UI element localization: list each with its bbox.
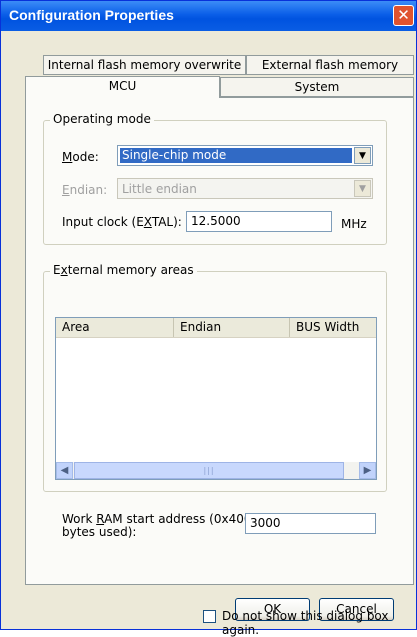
mode-label: Mode:: [62, 150, 99, 164]
endian-label: Endian:: [62, 183, 108, 197]
tab-external-flash-memory[interactable]: External flash memory: [246, 55, 414, 75]
work-ram-label: Work RAM start address (0x400 bytes used)…: [62, 512, 252, 539]
close-button[interactable]: ✕: [393, 5, 414, 26]
chevron-down-icon: ▼: [354, 180, 371, 197]
chevron-left-icon: ◀: [60, 465, 69, 476]
close-icon: ✕: [397, 6, 410, 24]
column-header-bus-width[interactable]: BUS Width: [290, 318, 376, 337]
work-ram-label-line2: bytes used):: [62, 525, 137, 539]
input-clock-label: Input clock (EXTAL):: [62, 215, 182, 229]
list-header: Area Endian BUS Width: [56, 318, 376, 338]
mode-selected-value: Single-chip mode: [120, 148, 352, 163]
title-bar[interactable]: Configuration Properties ✕: [1, 1, 416, 31]
scrollbar-thumb[interactable]: |||: [74, 462, 344, 479]
tab-mcu[interactable]: MCU: [25, 76, 220, 98]
chevron-right-icon: ▶: [363, 465, 372, 476]
horizontal-scrollbar[interactable]: ◀ ||| ▶: [56, 462, 376, 479]
tab-internal-flash-memory-overwrite[interactable]: Internal flash memory overwrite: [43, 55, 246, 75]
dont-show-label[interactable]: Do not show this dialog box again.: [222, 609, 416, 637]
chevron-down-icon[interactable]: ▼: [354, 147, 371, 164]
input-clock-unit: MHz: [341, 217, 367, 231]
scroll-left-button[interactable]: ◀: [56, 462, 73, 479]
column-header-endian[interactable]: Endian: [174, 318, 290, 337]
endian-select: Little endian ▼: [117, 178, 373, 199]
mode-select[interactable]: Single-chip mode ▼: [117, 145, 373, 166]
configuration-properties-dialog: Configuration Properties ✕ Internal flas…: [0, 0, 417, 637]
column-header-area[interactable]: Area: [56, 318, 174, 337]
external-memory-areas-list[interactable]: Area Endian BUS Width ◀ ||| ▶: [55, 317, 377, 480]
tab-system[interactable]: System: [220, 77, 414, 97]
input-clock-field[interactable]: 12.5000: [186, 211, 332, 232]
work-ram-start-address-field[interactable]: 3000: [245, 513, 376, 534]
external-memory-areas-group-title: External memory areas: [50, 263, 197, 277]
dialog-title: Configuration Properties: [9, 7, 174, 23]
endian-value: Little endian: [122, 182, 197, 196]
operating-mode-group-title: Operating mode: [50, 112, 154, 126]
scroll-right-button[interactable]: ▶: [359, 462, 376, 479]
dont-show-checkbox[interactable]: [203, 610, 216, 623]
